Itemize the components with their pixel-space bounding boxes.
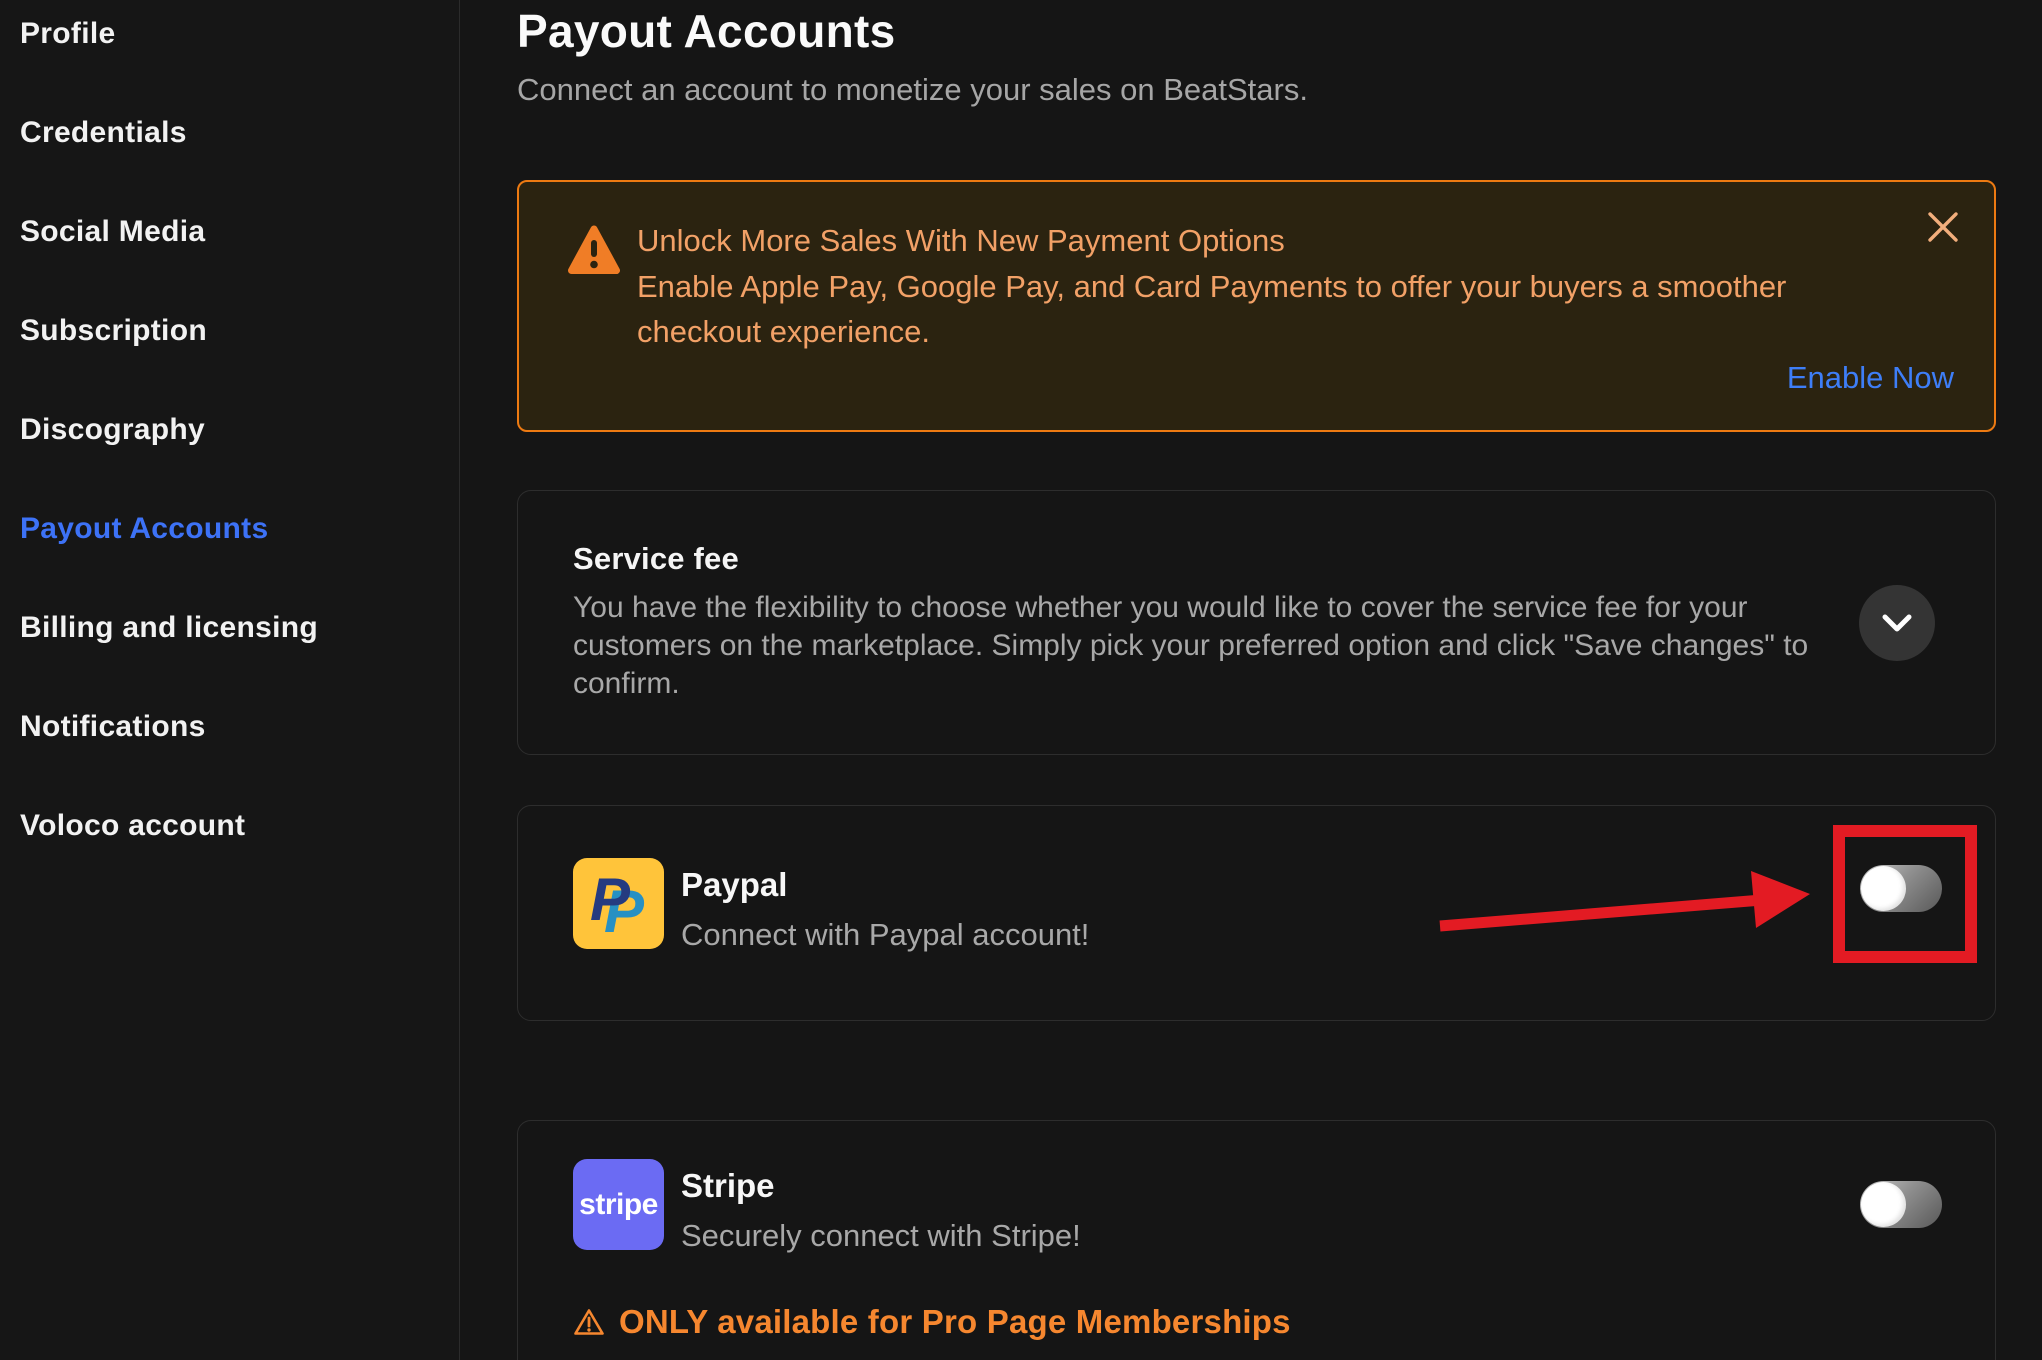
main-content: Payout Accounts Connect an account to mo… [461, 0, 2042, 1360]
paypal-toggle[interactable] [1860, 865, 1942, 912]
enable-now-link[interactable]: Enable Now [1787, 360, 1954, 396]
sidebar-item-payout-accounts[interactable]: Payout Accounts [0, 509, 459, 608]
page-subtitle: Connect an account to monetize your sale… [517, 72, 1308, 108]
stripe-description: Securely connect with Stripe! [681, 1218, 1081, 1254]
paypal-icon: P P [573, 858, 664, 949]
sidebar-item-voloco-account[interactable]: Voloco account [0, 806, 459, 905]
banner-title: Unlock More Sales With New Payment Optio… [637, 220, 1887, 262]
settings-sidebar: Profile Credentials Social Media Subscri… [0, 0, 460, 1360]
stripe-icon: stripe [573, 1159, 664, 1250]
service-fee-description: You have the flexibility to choose wheth… [573, 589, 1818, 703]
close-icon[interactable] [1926, 210, 1960, 244]
warning-triangle-icon [567, 224, 621, 276]
stripe-pro-note-text: ONLY available for Pro Page Memberships [619, 1303, 1291, 1341]
service-fee-expand-button[interactable] [1859, 585, 1935, 661]
banner-body: Enable Apple Pay, Google Pay, and Card P… [637, 264, 1887, 354]
service-fee-title: Service fee [573, 541, 1825, 577]
sidebar-item-profile[interactable]: Profile [0, 14, 459, 113]
warning-outline-icon [573, 1307, 605, 1337]
sidebar-item-credentials[interactable]: Credentials [0, 113, 459, 212]
paypal-card: P P Paypal Connect with Paypal account! [517, 805, 1996, 1021]
chevron-down-icon [1882, 614, 1912, 632]
stripe-toggle[interactable] [1860, 1181, 1942, 1228]
sidebar-item-billing-and-licensing[interactable]: Billing and licensing [0, 608, 459, 707]
sidebar-item-notifications[interactable]: Notifications [0, 707, 459, 806]
paypal-description: Connect with Paypal account! [681, 917, 1089, 953]
paypal-title: Paypal [681, 866, 1089, 904]
payout-accounts-page: Profile Credentials Social Media Subscri… [0, 0, 2042, 1360]
page-title: Payout Accounts [517, 4, 896, 58]
sidebar-item-subscription[interactable]: Subscription [0, 311, 459, 410]
paypal-toggle-knob [1861, 866, 1906, 911]
stripe-title: Stripe [681, 1167, 1081, 1205]
stripe-pro-note: ONLY available for Pro Page Memberships [573, 1303, 1291, 1341]
stripe-toggle-knob [1861, 1182, 1906, 1227]
stripe-card: stripe Stripe Securely connect with Stri… [517, 1120, 1996, 1360]
service-fee-card: Service fee You have the flexibility to … [517, 490, 1996, 755]
payment-options-banner: Unlock More Sales With New Payment Optio… [517, 180, 1996, 432]
sidebar-item-social-media[interactable]: Social Media [0, 212, 459, 311]
sidebar-item-discography[interactable]: Discography [0, 410, 459, 509]
svg-text:P: P [590, 866, 631, 933]
